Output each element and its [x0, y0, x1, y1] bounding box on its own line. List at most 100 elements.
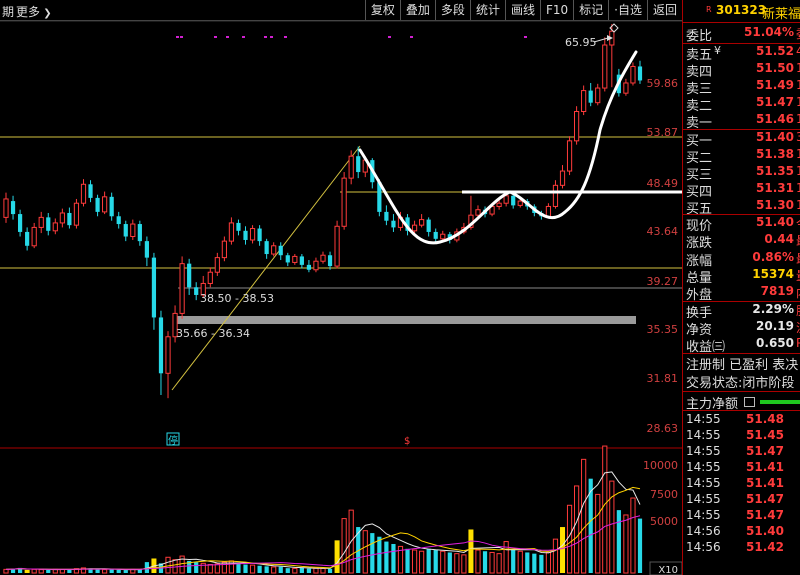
- ask-row: 卖四51.501: [686, 61, 800, 80]
- toolbar-button-f10[interactable]: F10: [539, 0, 573, 20]
- bid-row: 买一51.403: [686, 130, 800, 149]
- volume-bar: [271, 566, 277, 574]
- tick-row: 14:56 51.40: [686, 524, 800, 540]
- candle-body: [285, 255, 290, 263]
- candle-body: [102, 196, 108, 213]
- candle-body: [73, 202, 80, 226]
- stat-cut-text: P: [796, 336, 800, 350]
- candle-body: [391, 220, 396, 228]
- volume-bar: [623, 514, 629, 574]
- toolbar-button-multi[interactable]: 多段: [434, 0, 470, 20]
- volume-bar: [545, 551, 552, 574]
- divider: [683, 22, 800, 23]
- stat-row: 现价 51.40今: [686, 215, 800, 234]
- candle-body: [31, 226, 37, 247]
- range-label: 38.50 - 38.53: [200, 292, 274, 305]
- candle-body: [566, 140, 573, 172]
- volume-bar: [362, 530, 368, 574]
- chevron-right-icon: ❯: [40, 8, 52, 19]
- candle-body: [299, 256, 304, 265]
- candle-body: [348, 155, 354, 179]
- volume-bar: [306, 568, 312, 573]
- stat-cut-text: 流: [796, 319, 800, 336]
- candle-body: [559, 170, 566, 186]
- signal-marker: [410, 36, 413, 38]
- weibi-row: 委比 51.04% 委: [686, 25, 800, 44]
- tick-time: 14:55: [686, 492, 721, 506]
- weibi-label: 委比: [686, 29, 713, 44]
- volume-bar: [194, 562, 199, 573]
- volume-bar: [102, 569, 108, 574]
- tick-price: 51.45: [746, 428, 784, 442]
- ask-cut-text: 4: [796, 44, 800, 58]
- toolbar-button-overlay[interactable]: 叠加: [399, 0, 435, 20]
- candle-body: [419, 219, 425, 226]
- volume-bar: [602, 445, 608, 574]
- ask-row: 卖三51.491: [686, 78, 800, 97]
- stat-label: 现价: [686, 219, 713, 234]
- candle-body: [194, 287, 199, 295]
- divider: [683, 410, 800, 411]
- toolbar-button-stats[interactable]: 统计: [469, 0, 505, 20]
- toolbar-button-back[interactable]: 返回: [646, 0, 682, 20]
- signal-marker: [264, 36, 267, 38]
- volume-bar: [3, 568, 9, 574]
- candle-body: [433, 231, 438, 239]
- stock-code: 301323: [716, 3, 767, 17]
- candle-body: [38, 216, 44, 228]
- candle-body: [144, 241, 149, 258]
- volume-bar: [377, 536, 382, 573]
- stat-cut-text: 最: [796, 232, 800, 249]
- candle-body: [221, 240, 227, 259]
- tick-time: 14:55: [686, 508, 721, 522]
- candle-body: [327, 255, 333, 267]
- volume-bar: [411, 549, 418, 574]
- candle-body: [95, 197, 100, 212]
- ask-row: 卖五51.524¥: [686, 44, 800, 63]
- price-axis-label: 59.86: [647, 77, 679, 90]
- bid-cut-text: 1: [796, 164, 800, 178]
- candle-body: [214, 257, 220, 273]
- volume-bar: [525, 552, 530, 573]
- tick-price: 51.47: [746, 492, 784, 506]
- period-label[interactable]: 期: [2, 3, 14, 20]
- volume-bar: [249, 564, 256, 574]
- volume-bar: [109, 569, 114, 573]
- volume-bar: [405, 548, 410, 573]
- tick-row: 14:55 51.41: [686, 476, 800, 492]
- volume-bar: [581, 458, 587, 574]
- volume-bar: [447, 552, 452, 573]
- candle-body: [292, 255, 298, 263]
- candle-body: [341, 177, 347, 227]
- candle-body: [581, 90, 587, 113]
- candle-body: [187, 263, 192, 288]
- volume-bar: [630, 497, 636, 574]
- candle-body: [411, 224, 418, 232]
- toolbar-button-watchlist[interactable]: ·自选: [608, 0, 647, 20]
- main-force-row[interactable]: 主力净额: [686, 393, 800, 412]
- bid-value: 51.38: [756, 147, 794, 161]
- candle-body: [278, 245, 283, 256]
- signal-marker: [270, 36, 273, 38]
- volume-bar: [539, 554, 544, 573]
- tick-time: 14:55: [686, 460, 721, 474]
- candle-body: [88, 184, 93, 198]
- volume-axis-label: 5000: [650, 515, 678, 528]
- volume-bar: [95, 569, 100, 573]
- bid-value: 51.31: [756, 181, 794, 195]
- tick-time: 14:55: [686, 444, 721, 458]
- toolbar-button-mark[interactable]: 标记: [573, 0, 608, 20]
- candle-body: [630, 65, 636, 84]
- range-band: [176, 316, 636, 324]
- toolbar-button-fuquan[interactable]: 复权: [364, 0, 400, 20]
- volume-bar: [475, 549, 481, 574]
- more-menu[interactable]: 更多 ❯: [16, 3, 52, 20]
- price-axis-label: 28.63: [647, 422, 679, 435]
- tick-row: 14:56 51.42: [686, 540, 800, 556]
- toolbar-button-draw[interactable]: 画线: [504, 0, 540, 20]
- candle-body: [228, 222, 235, 242]
- kline-chart[interactable]: 65.95 38.50 - 38.53 35.66 - 36.34 停 $ 59.86 5…: [0, 0, 682, 575]
- tick-row: 14:55 51.47: [686, 492, 800, 508]
- volume-bar: [496, 553, 502, 574]
- volume-bar: [221, 561, 227, 574]
